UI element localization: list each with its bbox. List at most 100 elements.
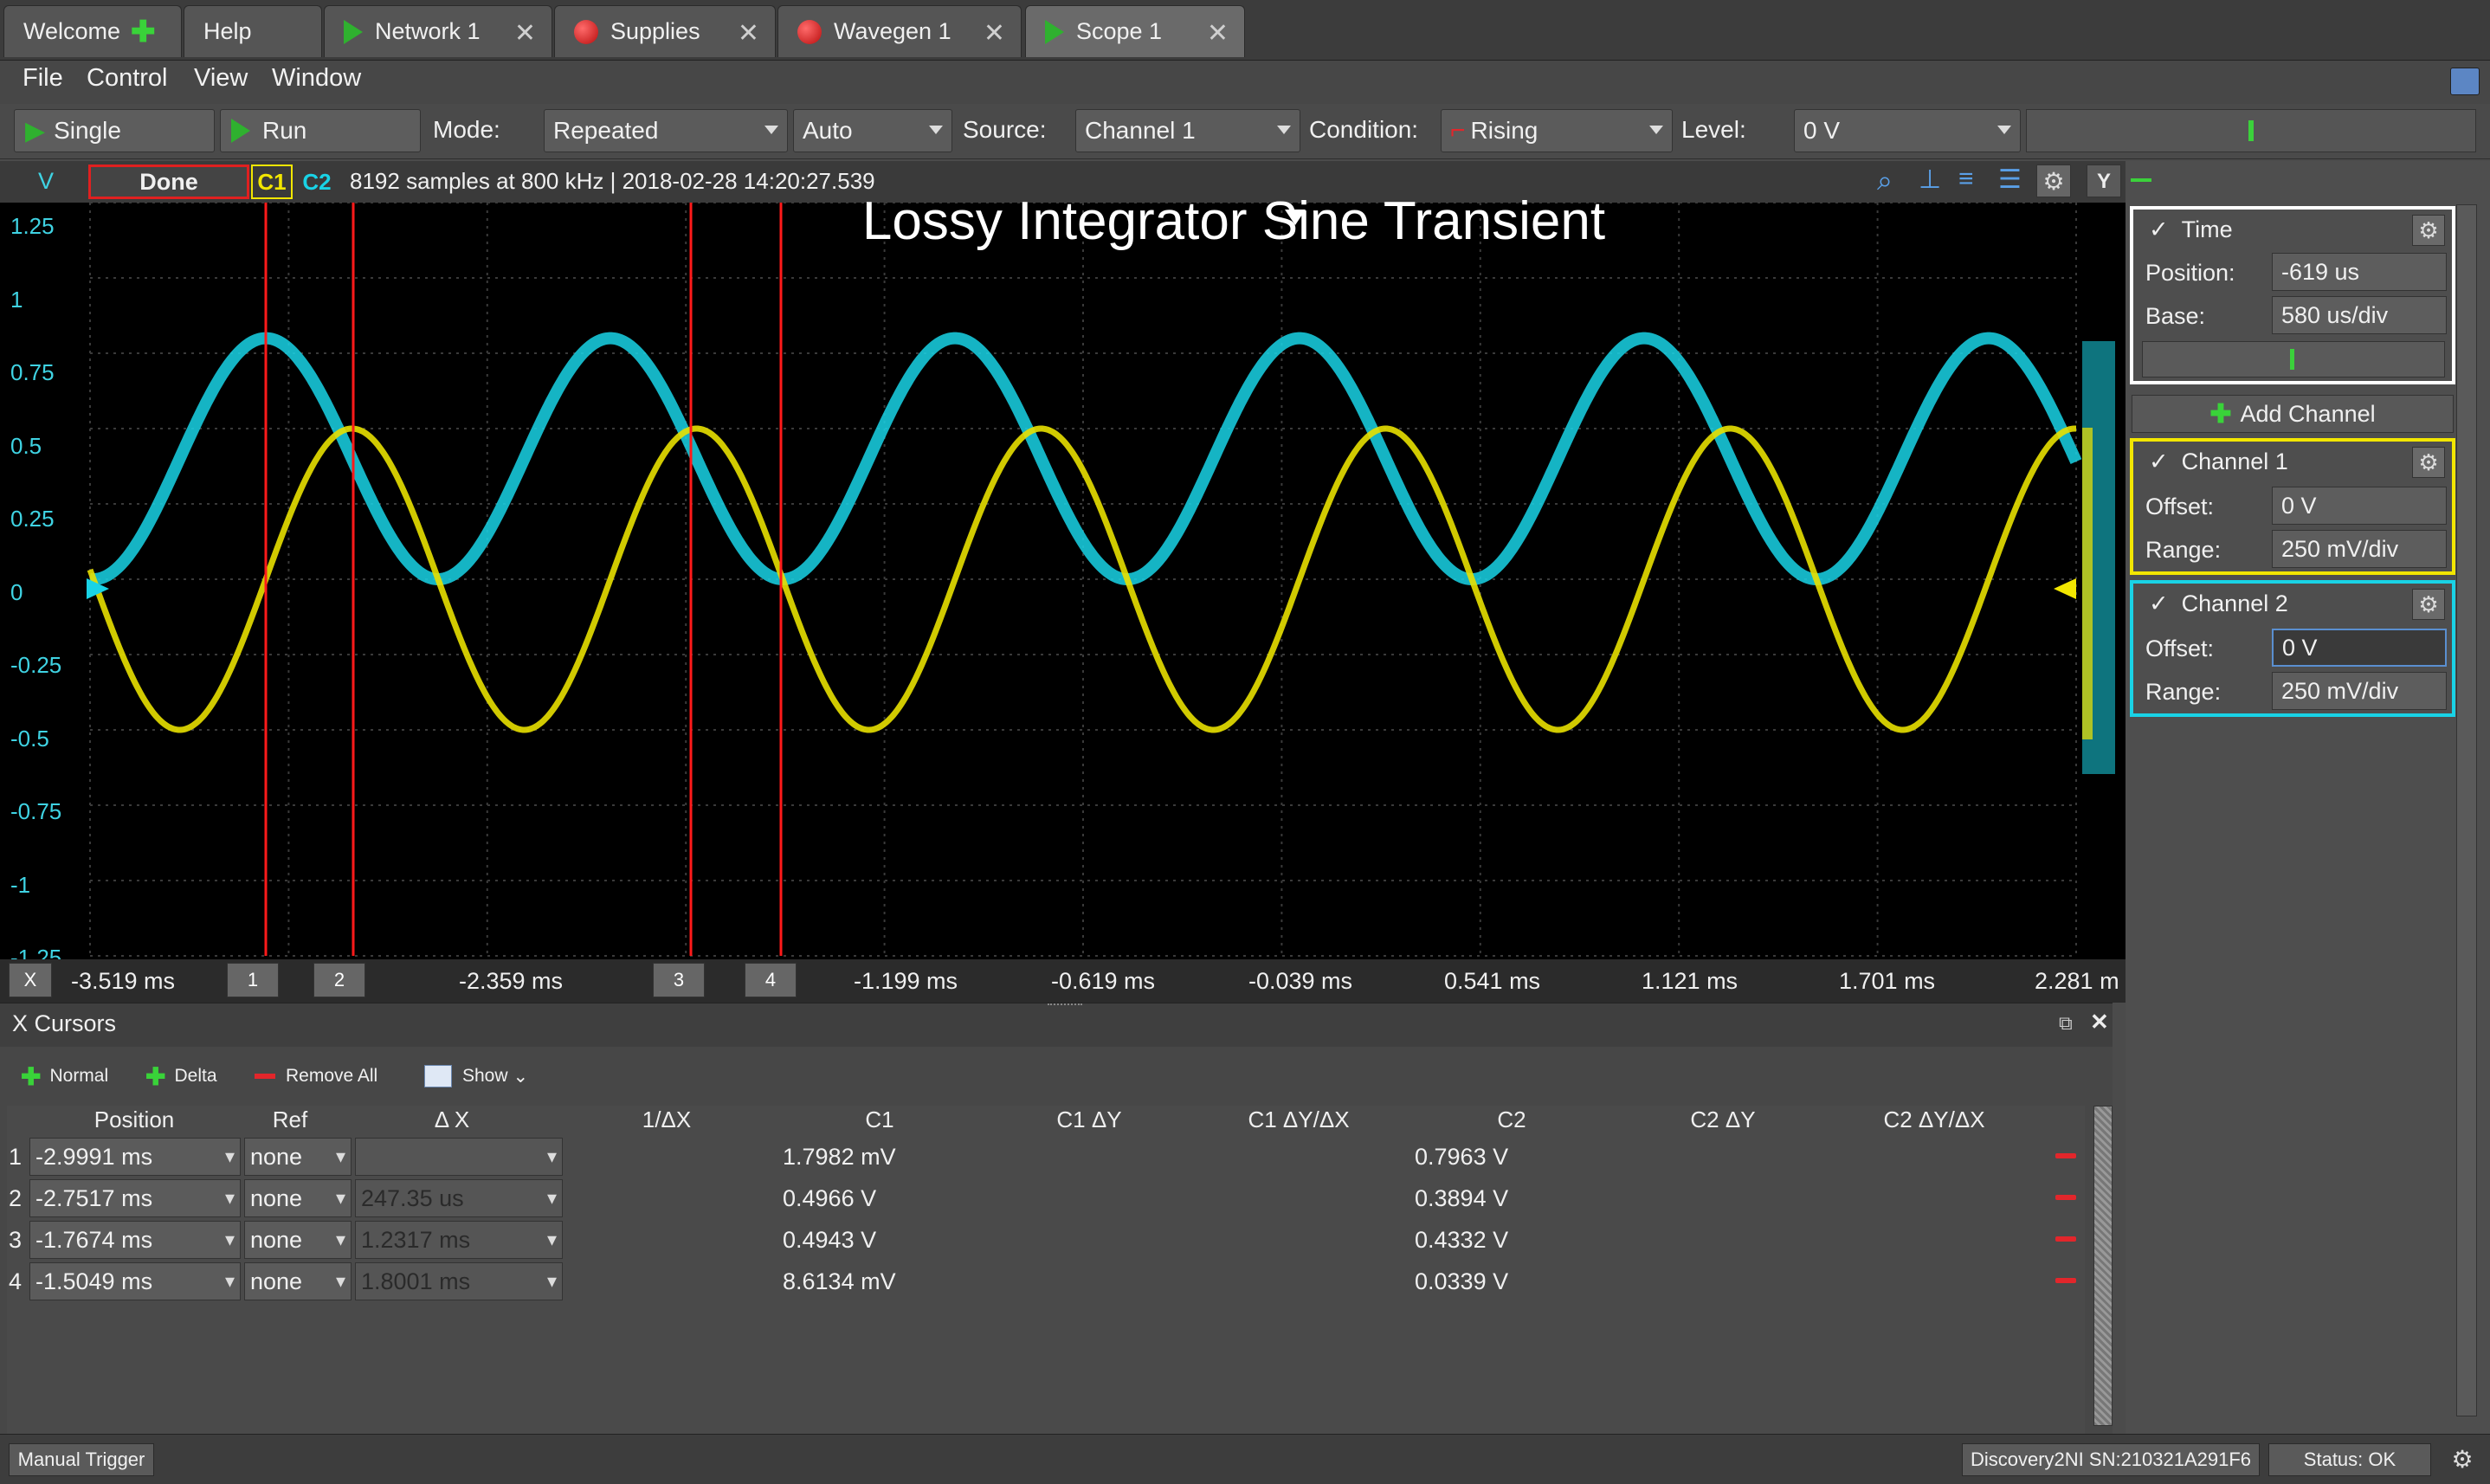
run-label: Run	[262, 117, 307, 144]
align-center-icon[interactable]: ≡	[1958, 165, 1974, 194]
cursor-dx-input[interactable]: 247.35 us ▾	[355, 1179, 563, 1217]
channel-2-offset-row: Offset: 0 V	[2142, 629, 2447, 668]
source-select[interactable]: Channel 1	[1075, 109, 1300, 152]
time-position-input[interactable]: -619 us	[2272, 253, 2447, 291]
gear-icon[interactable]: ⚙	[2412, 215, 2445, 246]
close-icon[interactable]: ✕	[1207, 18, 1229, 48]
cursor-ref-select[interactable]: none ▾	[244, 1262, 352, 1300]
menu-file[interactable]: File	[23, 64, 63, 93]
close-icon[interactable]: ✕	[984, 18, 1005, 48]
close-icon[interactable]: ✕	[738, 18, 759, 48]
cursor-position-input[interactable]: -1.7674 ms ▾	[29, 1221, 241, 1259]
slider-handle[interactable]	[2290, 349, 2294, 370]
cursor-c2-value-value: 0.0339 V	[1415, 1268, 1509, 1294]
run-button[interactable]: Run	[220, 109, 421, 152]
close-icon[interactable]: ✕	[514, 18, 536, 48]
normal-cursor-button[interactable]: ✚ Normal	[21, 1061, 108, 1092]
gear-icon[interactable]: ⚙	[2447, 1445, 2478, 1474]
channel-1-title: Channel 1	[2181, 448, 2288, 474]
cursor-position-input[interactable]: -2.7517 ms ▾	[29, 1179, 241, 1217]
cursor-ref-select[interactable]: none ▾	[244, 1138, 352, 1176]
y-axis-button[interactable]: Y	[2087, 165, 2121, 197]
mode-select[interactable]: Repeated	[544, 109, 788, 152]
show-button[interactable]: Show ⌄	[424, 1061, 528, 1092]
cursor-table-scrollbar[interactable]	[2093, 1106, 2113, 1426]
collapse-icon[interactable]	[2131, 178, 2151, 182]
cursor-ref-select[interactable]: none ▾	[244, 1221, 352, 1259]
gear-icon[interactable]: ⚙	[2036, 165, 2071, 197]
column-header: C1	[865, 1107, 894, 1132]
time-position-row: Position: -619 us	[2142, 253, 2447, 293]
add-channel-button[interactable]: ✚ Add Channel	[2132, 395, 2454, 433]
time-base-input[interactable]: 580 us/div	[2272, 296, 2447, 334]
remove-cursor-icon[interactable]	[2055, 1278, 2076, 1283]
column-header: C1 ΔY	[1056, 1107, 1122, 1132]
menu-view[interactable]: View	[194, 64, 248, 93]
cursor-ref-select-value: none	[250, 1268, 303, 1294]
delta-cursor-button[interactable]: ✚ Delta	[145, 1061, 217, 1092]
close-icon[interactable]: ✕	[2090, 1009, 2109, 1036]
y-tick-label: 0.5	[10, 432, 42, 459]
tab-network-1[interactable]: Network 1 ✕	[324, 5, 552, 57]
remove-cursor-icon[interactable]	[2055, 1153, 2076, 1158]
x-tick-label: -1.199 ms	[854, 968, 958, 994]
trigger-level-slider[interactable]	[2026, 109, 2476, 152]
right-panel-scrollbar[interactable]	[2456, 204, 2477, 1416]
channel-2-toggle[interactable]: C2	[296, 165, 338, 199]
cursor-4-handle[interactable]: 4	[745, 963, 797, 997]
time-position-slider[interactable]	[2142, 341, 2445, 377]
gear-icon[interactable]: ⚙	[2412, 447, 2445, 478]
cursor-position-input[interactable]: -1.5049 ms ▾	[29, 1262, 241, 1300]
tab-supplies[interactable]: Supplies ✕	[554, 5, 776, 57]
cursor-1-handle[interactable]: 1	[227, 963, 279, 997]
splitter-handle[interactable]	[1048, 1003, 1082, 1009]
scope-plot[interactable]: Lossy Integrator Sine Transient	[0, 191, 2126, 959]
remove-cursor-icon[interactable]	[2055, 1236, 2076, 1242]
remove-cursor-icon[interactable]	[2055, 1195, 2076, 1200]
detach-icon[interactable]: ⧉	[2059, 1012, 2073, 1035]
window-restore-icon[interactable]	[2450, 68, 2480, 95]
channel-2-offset-value: 0 V	[2282, 634, 2318, 661]
channel-2-offset-input[interactable]: 0 V	[2272, 629, 2447, 667]
x-cursor-button[interactable]: X	[9, 963, 52, 997]
cursor-3-handle[interactable]: 3	[653, 963, 705, 997]
align-top-icon[interactable]: ☰	[1998, 165, 2022, 195]
slider-handle[interactable]	[2248, 120, 2254, 141]
cursor-dx-input[interactable]: ▾	[355, 1138, 563, 1176]
x-tick-label: 1.701 ms	[1839, 968, 1936, 994]
condition-select[interactable]: ⌐ Rising	[1441, 109, 1673, 152]
tab-wavegen-1[interactable]: Wavegen 1 ✕	[777, 5, 1022, 57]
channel-1-toggle[interactable]: C1	[251, 165, 293, 199]
trigger-auto-select[interactable]: Auto	[793, 109, 952, 152]
cursor-ref-select[interactable]: none ▾	[244, 1179, 352, 1217]
channel-1-offset-input[interactable]: 0 V	[2272, 487, 2447, 525]
tab-help[interactable]: Help	[184, 5, 322, 57]
channel-1-range-input[interactable]: 250 mV/div	[2272, 530, 2447, 568]
acquisition-info: 8192 samples at 800 kHz | 2018-02-28 14:…	[350, 168, 875, 194]
chevron-down-icon: ▾	[335, 1229, 345, 1250]
offset-label: Offset:	[2145, 494, 2215, 519]
tab-scope-1[interactable]: Scope 1 ✕	[1025, 5, 1245, 57]
cursor-2-handle[interactable]: 2	[313, 963, 365, 997]
single-button[interactable]: ▶ Single	[14, 109, 215, 152]
plus-icon: ✚	[2209, 399, 2232, 429]
menu-control[interactable]: Control	[87, 64, 168, 93]
manual-trigger-button[interactable]: Manual Trigger	[9, 1443, 154, 1476]
cursor-c2-value-value: 0.4332 V	[1415, 1226, 1509, 1253]
chevron-down-icon: ▾	[224, 1270, 235, 1292]
align-bottom-icon[interactable]: ⊥	[1919, 165, 1941, 195]
cursor-dx-input[interactable]: 1.2317 ms ▾	[355, 1221, 563, 1259]
chevron-down-icon	[1997, 126, 2011, 134]
cursor-position-input[interactable]: -2.9991 ms ▾	[29, 1138, 241, 1176]
gear-icon[interactable]: ⚙	[2412, 589, 2445, 620]
level-input[interactable]: 0 V	[1794, 109, 2021, 152]
chevron-down-icon: ▾	[224, 1145, 235, 1167]
device-info[interactable]: Discovery2NI SN:210321A291F6	[1962, 1443, 2260, 1476]
tab-welcome[interactable]: Welcome ✚	[3, 5, 182, 57]
cursor-dx-input[interactable]: 1.8001 ms ▾	[355, 1262, 563, 1300]
remove-all-button[interactable]: Remove All	[255, 1061, 377, 1092]
channel-2-range-input[interactable]: 250 mV/div	[2272, 672, 2447, 710]
auto-value: Auto	[803, 117, 853, 144]
menu-window[interactable]: Window	[272, 64, 361, 93]
zoom-icon[interactable]: ⌕	[1877, 165, 1893, 197]
